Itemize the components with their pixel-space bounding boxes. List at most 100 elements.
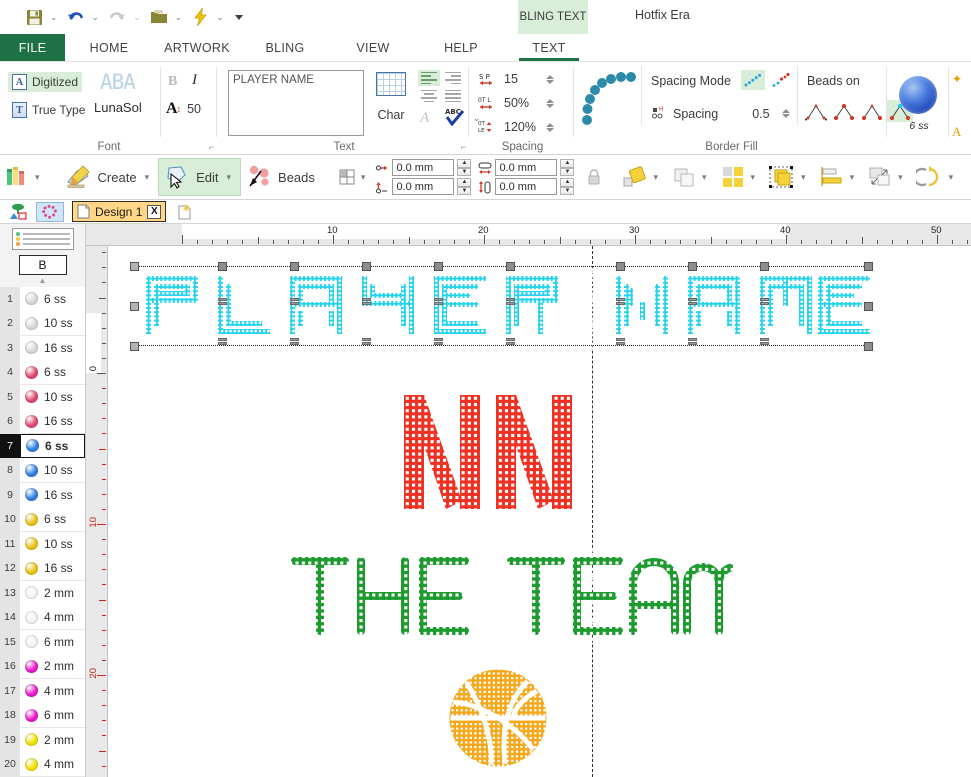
beads-on-corners-small-button[interactable] bbox=[803, 100, 829, 122]
tab-home[interactable]: HOME bbox=[65, 34, 153, 61]
hotfix-button[interactable]: ⌄ bbox=[188, 4, 230, 30]
beads-button[interactable]: Beads bbox=[241, 158, 322, 196]
height-stepper[interactable]: ▲ ▼ bbox=[560, 178, 575, 195]
stone-row-body[interactable]: 16 ss bbox=[20, 482, 85, 507]
undo-dropdown-caret[interactable]: ⌄ bbox=[87, 12, 105, 22]
stone-palette-panel[interactable]: B ▲ 16 ss 2 10 ss 3 16 ss 4 6 ss 5 10 ss 6 16 ss 7 6… bbox=[0, 224, 86, 777]
create-caret[interactable]: ▾ bbox=[140, 172, 155, 182]
width-input[interactable] bbox=[495, 159, 558, 176]
spacing-mode-random-button[interactable] bbox=[769, 70, 793, 90]
stone-row-body[interactable]: 2 mm bbox=[20, 654, 85, 679]
grid-arrange-caret[interactable]: ▾ bbox=[746, 172, 761, 182]
stone-row-body[interactable]: 10 ss bbox=[20, 531, 85, 556]
tab-file[interactable]: FILE bbox=[0, 34, 65, 61]
edit-button[interactable]: Edit ▾ bbox=[158, 158, 242, 196]
position-x-stepper[interactable]: ▲ ▼ bbox=[457, 159, 472, 176]
selection-handle-ml[interactable] bbox=[130, 302, 139, 311]
tab-view[interactable]: VIEW bbox=[329, 34, 417, 61]
stone-row-body[interactable]: 6 ss bbox=[20, 286, 85, 311]
flip-button[interactable]: ▾ bbox=[912, 158, 963, 196]
edit-caret[interactable]: ▾ bbox=[222, 172, 237, 182]
mode-indicator[interactable]: B bbox=[18, 255, 67, 275]
stone-row[interactable]: 16 2 mm bbox=[0, 654, 85, 679]
create-button[interactable]: Create ▾ bbox=[61, 158, 159, 196]
team-text[interactable] bbox=[283, 549, 733, 641]
align-caret[interactable]: ▾ bbox=[845, 172, 860, 182]
stone-row-body[interactable]: 2 mm bbox=[20, 580, 85, 605]
text-art-button[interactable]: A bbox=[420, 110, 429, 127]
stone-row[interactable]: 6 16 ss bbox=[0, 409, 85, 434]
stone-row[interactable]: 20 4 mm bbox=[0, 752, 85, 777]
selection-handle-tr[interactable] bbox=[864, 262, 873, 271]
flip-caret[interactable]: ▾ bbox=[944, 172, 959, 182]
stone-row-body[interactable]: 16 ss bbox=[20, 556, 85, 581]
vertical-ruler[interactable]: 0 10 20 bbox=[86, 246, 108, 777]
save-button[interactable]: ⌄ bbox=[22, 4, 64, 30]
italic-button[interactable]: I bbox=[192, 72, 197, 89]
stone-row[interactable]: 11 10 ss bbox=[0, 531, 85, 557]
character-handle-top[interactable] bbox=[760, 262, 769, 271]
character-handle-top[interactable] bbox=[434, 262, 443, 271]
selection-handle-mr[interactable] bbox=[864, 302, 873, 311]
character-handle-top[interactable] bbox=[218, 262, 227, 271]
character-handle-bottom[interactable] bbox=[506, 338, 515, 349]
ribbon-overflow[interactable]: ✦ A bbox=[950, 62, 971, 155]
align-left-button[interactable] bbox=[418, 70, 440, 86]
open-button[interactable]: ⌄ bbox=[147, 4, 189, 30]
spacing-value-row[interactable]: H Spacing 0.5 bbox=[651, 104, 790, 123]
character-handle-bottom[interactable] bbox=[362, 338, 371, 349]
truetype-font-button[interactable]: T True Type bbox=[8, 100, 89, 120]
character-handle-middle[interactable] bbox=[218, 298, 227, 309]
character-handle-top[interactable] bbox=[688, 262, 697, 271]
character-handle-top[interactable] bbox=[616, 262, 625, 271]
stone-row-body[interactable]: 16 ss bbox=[20, 409, 85, 434]
stone-row[interactable]: 9 16 ss bbox=[0, 482, 85, 508]
rotate-shape-button[interactable]: ▾ bbox=[618, 158, 667, 196]
position-y-stepper[interactable]: ▲ ▼ bbox=[457, 178, 472, 195]
stone-row-body[interactable]: 4 mm bbox=[20, 605, 85, 630]
player-name-text[interactable] bbox=[130, 262, 878, 351]
group-button[interactable]: ▾ bbox=[764, 158, 815, 196]
character-handle-middle[interactable] bbox=[506, 298, 515, 309]
stone-row[interactable]: 14 4 mm bbox=[0, 605, 85, 630]
palette-button[interactable]: ▾ bbox=[0, 158, 49, 196]
character-handle-bottom[interactable] bbox=[218, 338, 227, 349]
tab-text[interactable]: TEXT bbox=[505, 34, 593, 61]
design-tab[interactable]: Design 1 X bbox=[72, 201, 167, 222]
align-justify-button[interactable] bbox=[442, 88, 464, 104]
character-handle-middle[interactable] bbox=[362, 298, 371, 309]
char-spacing-row[interactable]: S P 15 bbox=[478, 68, 570, 90]
stone-row[interactable]: 10 6 ss bbox=[0, 507, 85, 532]
scroll-up-icon[interactable]: ▲ bbox=[0, 275, 85, 287]
character-handle-bottom[interactable] bbox=[290, 338, 299, 349]
overlap-button[interactable]: ▾ bbox=[667, 158, 716, 196]
position-y-input[interactable] bbox=[392, 178, 455, 195]
stone-row-body[interactable]: 10 ss bbox=[20, 384, 85, 409]
customize-qat-button[interactable] bbox=[230, 4, 244, 30]
stone-row[interactable]: 4 6 ss bbox=[0, 360, 85, 385]
align-center-button[interactable] bbox=[418, 88, 440, 104]
font-size-control[interactable]: A ↕ 50 bbox=[166, 100, 201, 118]
overlap-caret[interactable]: ▾ bbox=[697, 172, 712, 182]
rotate-caret[interactable]: ▾ bbox=[648, 172, 663, 182]
stone-row[interactable]: 1 6 ss bbox=[0, 286, 85, 312]
align-button[interactable]: ▾ bbox=[815, 158, 864, 196]
stone-row[interactable]: 13 2 mm bbox=[0, 580, 85, 606]
close-icon[interactable]: X bbox=[147, 204, 162, 219]
stone-row-body[interactable]: 6 mm bbox=[20, 629, 85, 654]
selection-handle-bl[interactable] bbox=[130, 342, 139, 351]
character-handle-middle[interactable] bbox=[616, 298, 625, 309]
height-input[interactable] bbox=[495, 178, 558, 195]
stone-row-body[interactable]: 6 mm bbox=[20, 703, 85, 728]
horizontal-ruler[interactable]: 10 20 30 40 50 bbox=[86, 224, 971, 246]
tab-bling[interactable]: BLING bbox=[241, 34, 329, 61]
open-dropdown-caret[interactable]: ⌄ bbox=[170, 12, 188, 22]
basketball-graphic[interactable] bbox=[443, 664, 555, 772]
stone-row[interactable]: 19 2 mm bbox=[0, 727, 85, 753]
character-handle-bottom[interactable] bbox=[688, 338, 697, 349]
stone-row-body[interactable]: 2 mm bbox=[20, 727, 85, 752]
align-right-button[interactable] bbox=[442, 70, 464, 86]
number-text[interactable] bbox=[400, 391, 590, 513]
stone-row-body[interactable]: 4 mm bbox=[20, 752, 85, 777]
spacing-stepper[interactable] bbox=[781, 109, 790, 118]
